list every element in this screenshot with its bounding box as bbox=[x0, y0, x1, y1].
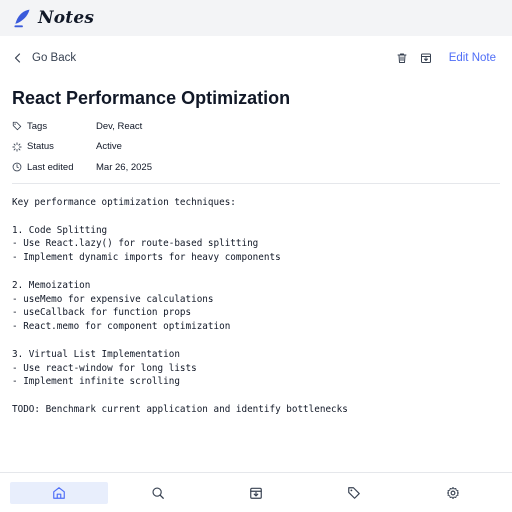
archive-button[interactable] bbox=[419, 51, 433, 65]
note-line: TODO: Benchmark current application and … bbox=[12, 403, 348, 415]
toolbar-actions: Edit Note bbox=[395, 51, 500, 65]
tag-icon bbox=[12, 122, 22, 131]
note-line: 1. Code Splitting bbox=[12, 224, 108, 236]
note-toolbar: Go Back Edit Note bbox=[0, 36, 512, 80]
last-edited-value: Mar 26, 2025 bbox=[96, 161, 152, 173]
nav-archive[interactable] bbox=[207, 482, 305, 504]
clock-icon bbox=[12, 162, 22, 172]
nav-tags[interactable] bbox=[305, 482, 403, 504]
note-line: - React.memo for component optimization bbox=[12, 321, 231, 333]
delete-button[interactable] bbox=[395, 51, 409, 65]
note-line bbox=[12, 210, 500, 224]
search-icon bbox=[152, 486, 164, 499]
nav-home[interactable] bbox=[10, 481, 109, 504]
note-line: 2. Memoization bbox=[12, 279, 91, 291]
note-title: React Performance Optimization bbox=[12, 88, 291, 108]
bottom-nav bbox=[0, 472, 512, 512]
nav-settings[interactable] bbox=[404, 482, 502, 504]
chevron-left-icon bbox=[14, 53, 21, 63]
note-line: - Use React.lazy() for route-based split… bbox=[12, 238, 259, 250]
trash-icon bbox=[397, 53, 407, 63]
loader-icon bbox=[12, 142, 22, 152]
note-line bbox=[12, 389, 500, 403]
nav-search[interactable] bbox=[109, 482, 207, 504]
note-line: - Use react-window for long lists bbox=[12, 362, 197, 374]
quill-logo-icon bbox=[14, 9, 30, 28]
app-logo[interactable]: Notes bbox=[12, 8, 94, 28]
archive-icon bbox=[250, 487, 262, 499]
tags-label: Tags bbox=[27, 120, 48, 132]
note-body: Key performance optimization techniques:… bbox=[12, 196, 500, 417]
note-line: Key performance optimization techniques: bbox=[12, 197, 236, 208]
app-header: Notes bbox=[0, 0, 512, 36]
note-line: - useCallback for function props bbox=[12, 307, 192, 319]
home-icon bbox=[53, 486, 66, 499]
go-back-button[interactable]: Go Back bbox=[12, 52, 76, 64]
note-line: 3. Virtual List Implementation bbox=[12, 348, 180, 360]
last-edited-label: Last edited bbox=[27, 161, 74, 173]
divider bbox=[12, 183, 500, 184]
meta-row-edited: Last edited Mar 26, 2025 bbox=[12, 157, 500, 178]
note-line: - Implement infinite scrolling bbox=[12, 376, 180, 388]
tags-value: Dev, React bbox=[96, 120, 143, 132]
archive-icon bbox=[420, 53, 431, 63]
go-back-label: Go Back bbox=[32, 52, 77, 64]
note-line: - useMemo for expensive calculations bbox=[12, 293, 214, 305]
status-label: Status bbox=[27, 141, 54, 153]
meta-row-status: Status Active bbox=[12, 137, 500, 158]
notes-app: Notes Go Back Edit Note React Performanc… bbox=[0, 0, 512, 512]
note-line bbox=[12, 334, 500, 348]
app-name: Notes bbox=[38, 8, 95, 28]
settings-icon bbox=[446, 486, 459, 499]
note-meta: Tags Dev, React Status Active Last edite… bbox=[12, 116, 500, 178]
note-line: - Implement dynamic imports for heavy co… bbox=[12, 252, 281, 264]
note-line bbox=[12, 265, 500, 279]
edit-note-button[interactable]: Edit Note bbox=[449, 52, 496, 64]
status-value: Active bbox=[96, 141, 122, 153]
meta-row-tags: Tags Dev, React bbox=[12, 116, 500, 137]
tag-icon bbox=[348, 486, 361, 499]
